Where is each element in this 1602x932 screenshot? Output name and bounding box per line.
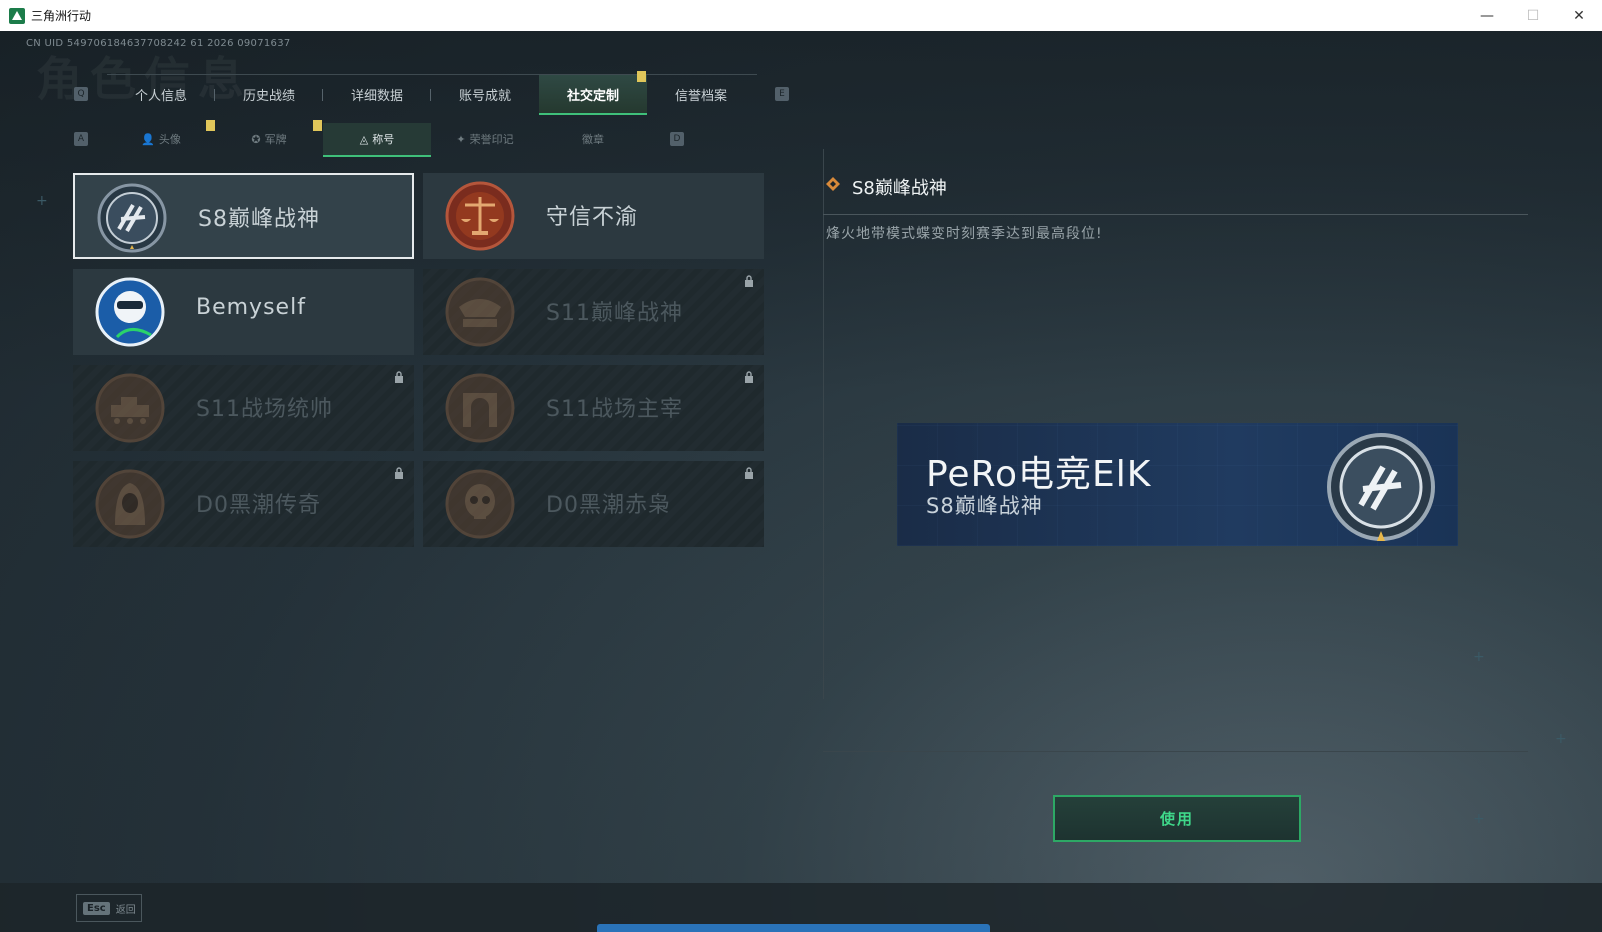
person-icon: 👤	[141, 132, 155, 146]
key-hint-q[interactable]: Q	[74, 87, 88, 101]
tab-personal-info[interactable]: 个人信息	[107, 75, 215, 113]
window-titlebar: 三角洲行动 — ☐ ✕	[0, 0, 1602, 32]
plus-decoration-icon: +	[36, 193, 48, 209]
window-title: 三角洲行动	[31, 9, 92, 23]
tab-credit-file[interactable]: 信誉档案	[647, 75, 755, 113]
subtab-title[interactable]: ◬ 称号	[323, 123, 431, 157]
diamond-icon	[826, 177, 840, 191]
plus-decoration-icon: +	[1473, 811, 1485, 827]
subtab-label: 徽章	[582, 133, 604, 146]
panel-frame	[823, 149, 824, 699]
key-hint-a[interactable]: A	[74, 132, 88, 146]
title-card[interactable]: S11战场统帅	[73, 365, 414, 451]
loading-progress-bar	[597, 924, 990, 932]
s11-peak-emblem-icon	[445, 277, 515, 347]
title-label: S11战场统帅	[196, 397, 333, 422]
tab-label: 个人信息	[134, 88, 187, 104]
minimize-button[interactable]: —	[1464, 0, 1510, 31]
lock-icon	[745, 371, 753, 383]
tab-detailed-data[interactable]: 详细数据	[323, 75, 431, 113]
title-card[interactable]: S11战场主宰	[423, 365, 764, 451]
tab-history[interactable]: 历史战绩	[215, 75, 323, 113]
detail-title: S8巅峰战神	[852, 178, 947, 199]
tab-label: 详细数据	[350, 88, 403, 104]
title-label: S11巅峰战神	[546, 301, 683, 326]
tab-social-custom[interactable]: 社交定制	[539, 75, 647, 115]
hooded-emblem-icon	[95, 469, 165, 539]
title-label: D0黑潮传奇	[196, 493, 321, 518]
s8-peak-emblem-icon	[97, 183, 167, 253]
title-icon: ◬	[359, 132, 369, 146]
subtab-label: 称号	[372, 133, 395, 146]
tank-emblem-icon	[95, 373, 165, 443]
maximize-button[interactable]: ☐	[1510, 0, 1556, 31]
plus-decoration-icon: +	[1473, 649, 1485, 665]
title-preview-banner: PeRo电竞ElK S8巅峰战神	[897, 423, 1458, 546]
tab-label: 历史战绩	[242, 88, 295, 104]
lock-icon	[745, 467, 753, 479]
title-card[interactable]: 守信不渝	[423, 173, 764, 259]
main-tabs: 个人信息 历史战绩 详细数据 账号成就 社交定制 信誉档案	[107, 75, 757, 115]
title-card[interactable]: D0黑潮传奇	[73, 461, 414, 547]
title-label: Bemyself	[196, 295, 306, 320]
title-card[interactable]: S11巅峰战神	[423, 269, 764, 355]
subtab-military-tag[interactable]: ✪ 军牌	[215, 123, 323, 155]
back-button[interactable]: Esc 返回	[76, 894, 142, 922]
tab-label: 账号成就	[458, 88, 511, 104]
new-badge	[313, 120, 322, 131]
lock-icon	[395, 371, 403, 383]
title-label: D0黑潮赤枭	[546, 493, 671, 518]
subtab-label: 头像	[158, 133, 181, 146]
tab-label: 社交定制	[566, 88, 619, 104]
game-viewport: 角色信息 CN UID 549706184637708242 61 2026 0…	[0, 31, 1602, 932]
tab-achievements[interactable]: 账号成就	[431, 75, 539, 113]
preview-title: S8巅峰战神	[926, 494, 1043, 518]
app-logo-icon	[9, 7, 25, 24]
title-card[interactable]: Bemyself	[73, 269, 414, 355]
key-hint-e[interactable]: E	[775, 87, 789, 101]
detail-description: 烽火地带模式蝶变时刻赛季达到最高段位!	[826, 226, 1103, 242]
use-button[interactable]: 使用	[1053, 795, 1301, 842]
subtab-badge[interactable]: 徽章	[539, 123, 647, 155]
player-uid: CN UID 549706184637708242 61 2026 090716…	[26, 38, 291, 49]
sub-tabs: 👤 头像 ✪ 军牌 ◬ 称号 ✦ 荣誉印记 徽章	[107, 123, 652, 157]
esc-key-hint: Esc	[83, 901, 110, 915]
arch-emblem-icon	[445, 373, 515, 443]
subtab-avatar[interactable]: 👤 头像	[107, 123, 215, 155]
back-label: 返回	[115, 904, 136, 916]
new-badge	[637, 71, 646, 82]
s8-peak-emblem-icon	[1327, 433, 1435, 541]
close-button[interactable]: ✕	[1556, 0, 1602, 31]
bemyself-emblem-icon	[95, 277, 165, 347]
tab-label: 信誉档案	[674, 88, 727, 104]
subtab-label: 荣誉印记	[469, 133, 514, 146]
subtab-honor-mark[interactable]: ✦ 荣誉印记	[431, 123, 539, 155]
plus-decoration-icon: +	[1555, 731, 1567, 747]
title-label: S8巅峰战神	[198, 207, 320, 232]
subtab-label: 军牌	[264, 133, 287, 146]
title-label: S11战场主宰	[546, 397, 683, 422]
key-hint-d[interactable]: D	[670, 132, 684, 146]
title-label: 守信不渝	[546, 205, 639, 230]
new-badge	[206, 120, 215, 131]
military-tag-icon: ✪	[251, 132, 261, 146]
panel-frame	[823, 751, 1528, 752]
skull-emblem-icon	[445, 469, 515, 539]
scales-emblem-icon	[445, 181, 515, 251]
detail-divider	[823, 214, 1528, 215]
lock-icon	[395, 467, 403, 479]
honor-mark-icon: ✦	[456, 132, 466, 146]
title-card[interactable]: D0黑潮赤枭	[423, 461, 764, 547]
lock-icon	[745, 275, 753, 287]
title-card[interactable]: S8巅峰战神	[73, 173, 414, 259]
